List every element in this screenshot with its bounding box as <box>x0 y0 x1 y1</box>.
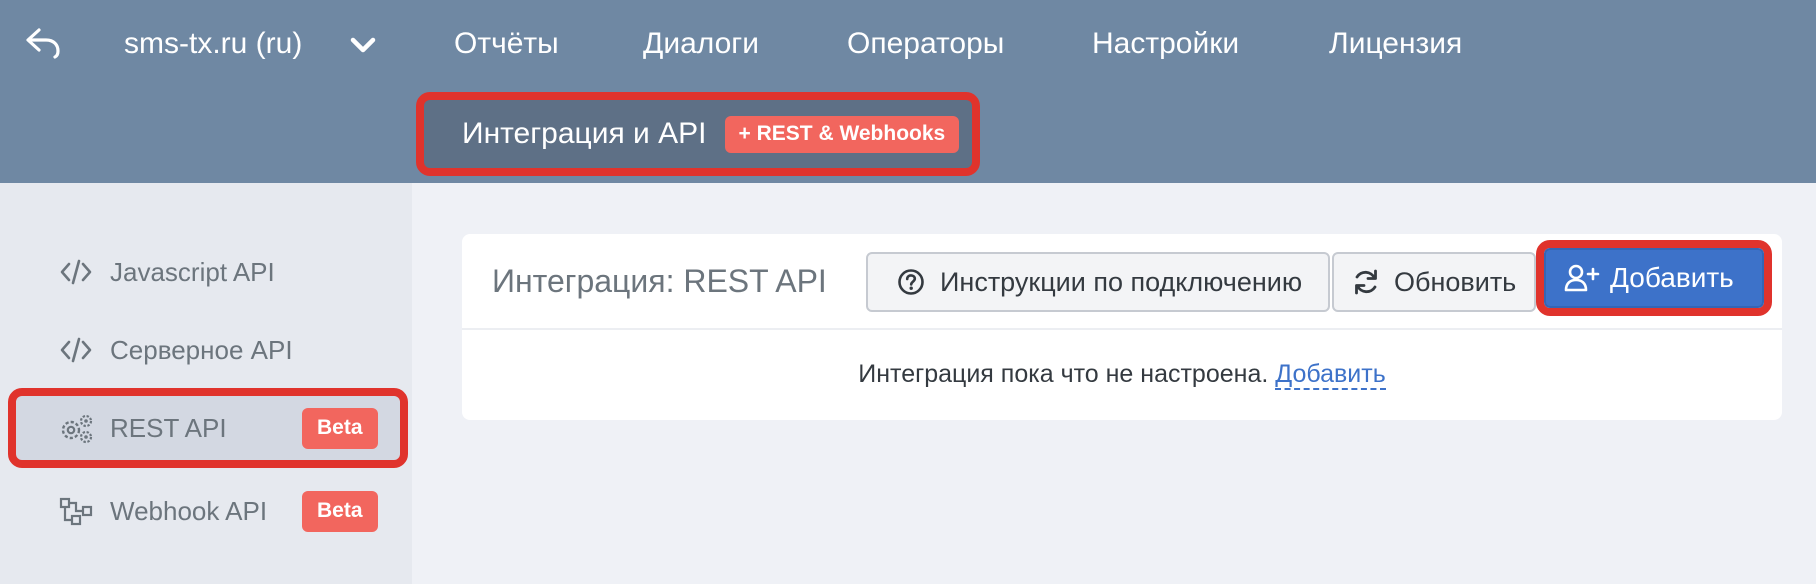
code-icon <box>56 330 96 370</box>
refresh-button-label: Обновить <box>1394 266 1517 297</box>
page-title: Интеграция: REST API <box>492 263 827 299</box>
sidebar-item-label: Javascript API <box>110 256 275 287</box>
beta-badge: Beta <box>302 407 378 449</box>
nav-license[interactable]: Лицензия <box>1329 26 1462 62</box>
user-plus-icon <box>1564 263 1600 293</box>
sidebar-item-label: Серверное API <box>110 334 293 365</box>
empty-state-message: Интеграция пока что не настроена. Добави… <box>462 360 1782 390</box>
top-navbar: sms-tx.ru (ru) Отчёты Диалоги Операторы … <box>0 0 1816 183</box>
add-button-highlight: Добавить <box>1536 240 1772 316</box>
empty-state-text: Интеграция пока что не настроена. <box>858 360 1269 388</box>
code-icon <box>56 252 96 292</box>
project-selector-label[interactable]: sms-tx.ru (ru) <box>124 26 302 62</box>
nav-operators[interactable]: Операторы <box>847 26 1004 62</box>
sidebar-item-rest-api[interactable]: REST API Beta <box>8 388 408 468</box>
sidebar-item-label: Webhook API <box>110 495 268 526</box>
add-integration-link[interactable]: Добавить <box>1275 360 1386 390</box>
rest-webhooks-badge: + REST & Webhooks <box>724 115 960 153</box>
sidebar-item-webhook-api[interactable]: Webhook API Beta <box>8 472 408 550</box>
sidebar-item-javascript-api[interactable]: Javascript API <box>8 233 408 311</box>
beta-badge: Beta <box>302 490 378 532</box>
question-circle-icon <box>896 267 926 297</box>
refresh-button[interactable]: Обновить <box>1332 252 1536 312</box>
nav-reports[interactable]: Отчёты <box>454 26 559 62</box>
sidebar-item-server-api[interactable]: Серверное API <box>8 311 408 389</box>
nav-settings[interactable]: Настройки <box>1092 26 1239 62</box>
back-icon[interactable] <box>22 22 64 64</box>
instructions-button-label: Инструкции по подключению <box>940 266 1303 297</box>
instructions-button[interactable]: Инструкции по подключению <box>866 252 1330 312</box>
sidebar: Javascript API Серверное API REST API Be… <box>0 183 412 584</box>
subnav-integration-api[interactable]: Интеграция и API + REST & Webhooks <box>416 92 980 176</box>
card-header: Интеграция: REST API Инструкции по подкл… <box>462 234 1782 330</box>
chevron-down-icon[interactable] <box>346 28 380 62</box>
sidebar-item-label: REST API <box>110 412 227 443</box>
integration-card: Интеграция: REST API Инструкции по подкл… <box>462 234 1782 420</box>
cogs-icon <box>56 408 96 448</box>
subnav-label: Интеграция и API <box>462 117 707 150</box>
refresh-icon <box>1352 267 1380 297</box>
nav-dialogs[interactable]: Диалоги <box>643 26 759 62</box>
sitemap-icon <box>56 491 96 531</box>
add-button-label: Добавить <box>1610 262 1734 293</box>
add-button[interactable]: Добавить <box>1544 248 1764 308</box>
